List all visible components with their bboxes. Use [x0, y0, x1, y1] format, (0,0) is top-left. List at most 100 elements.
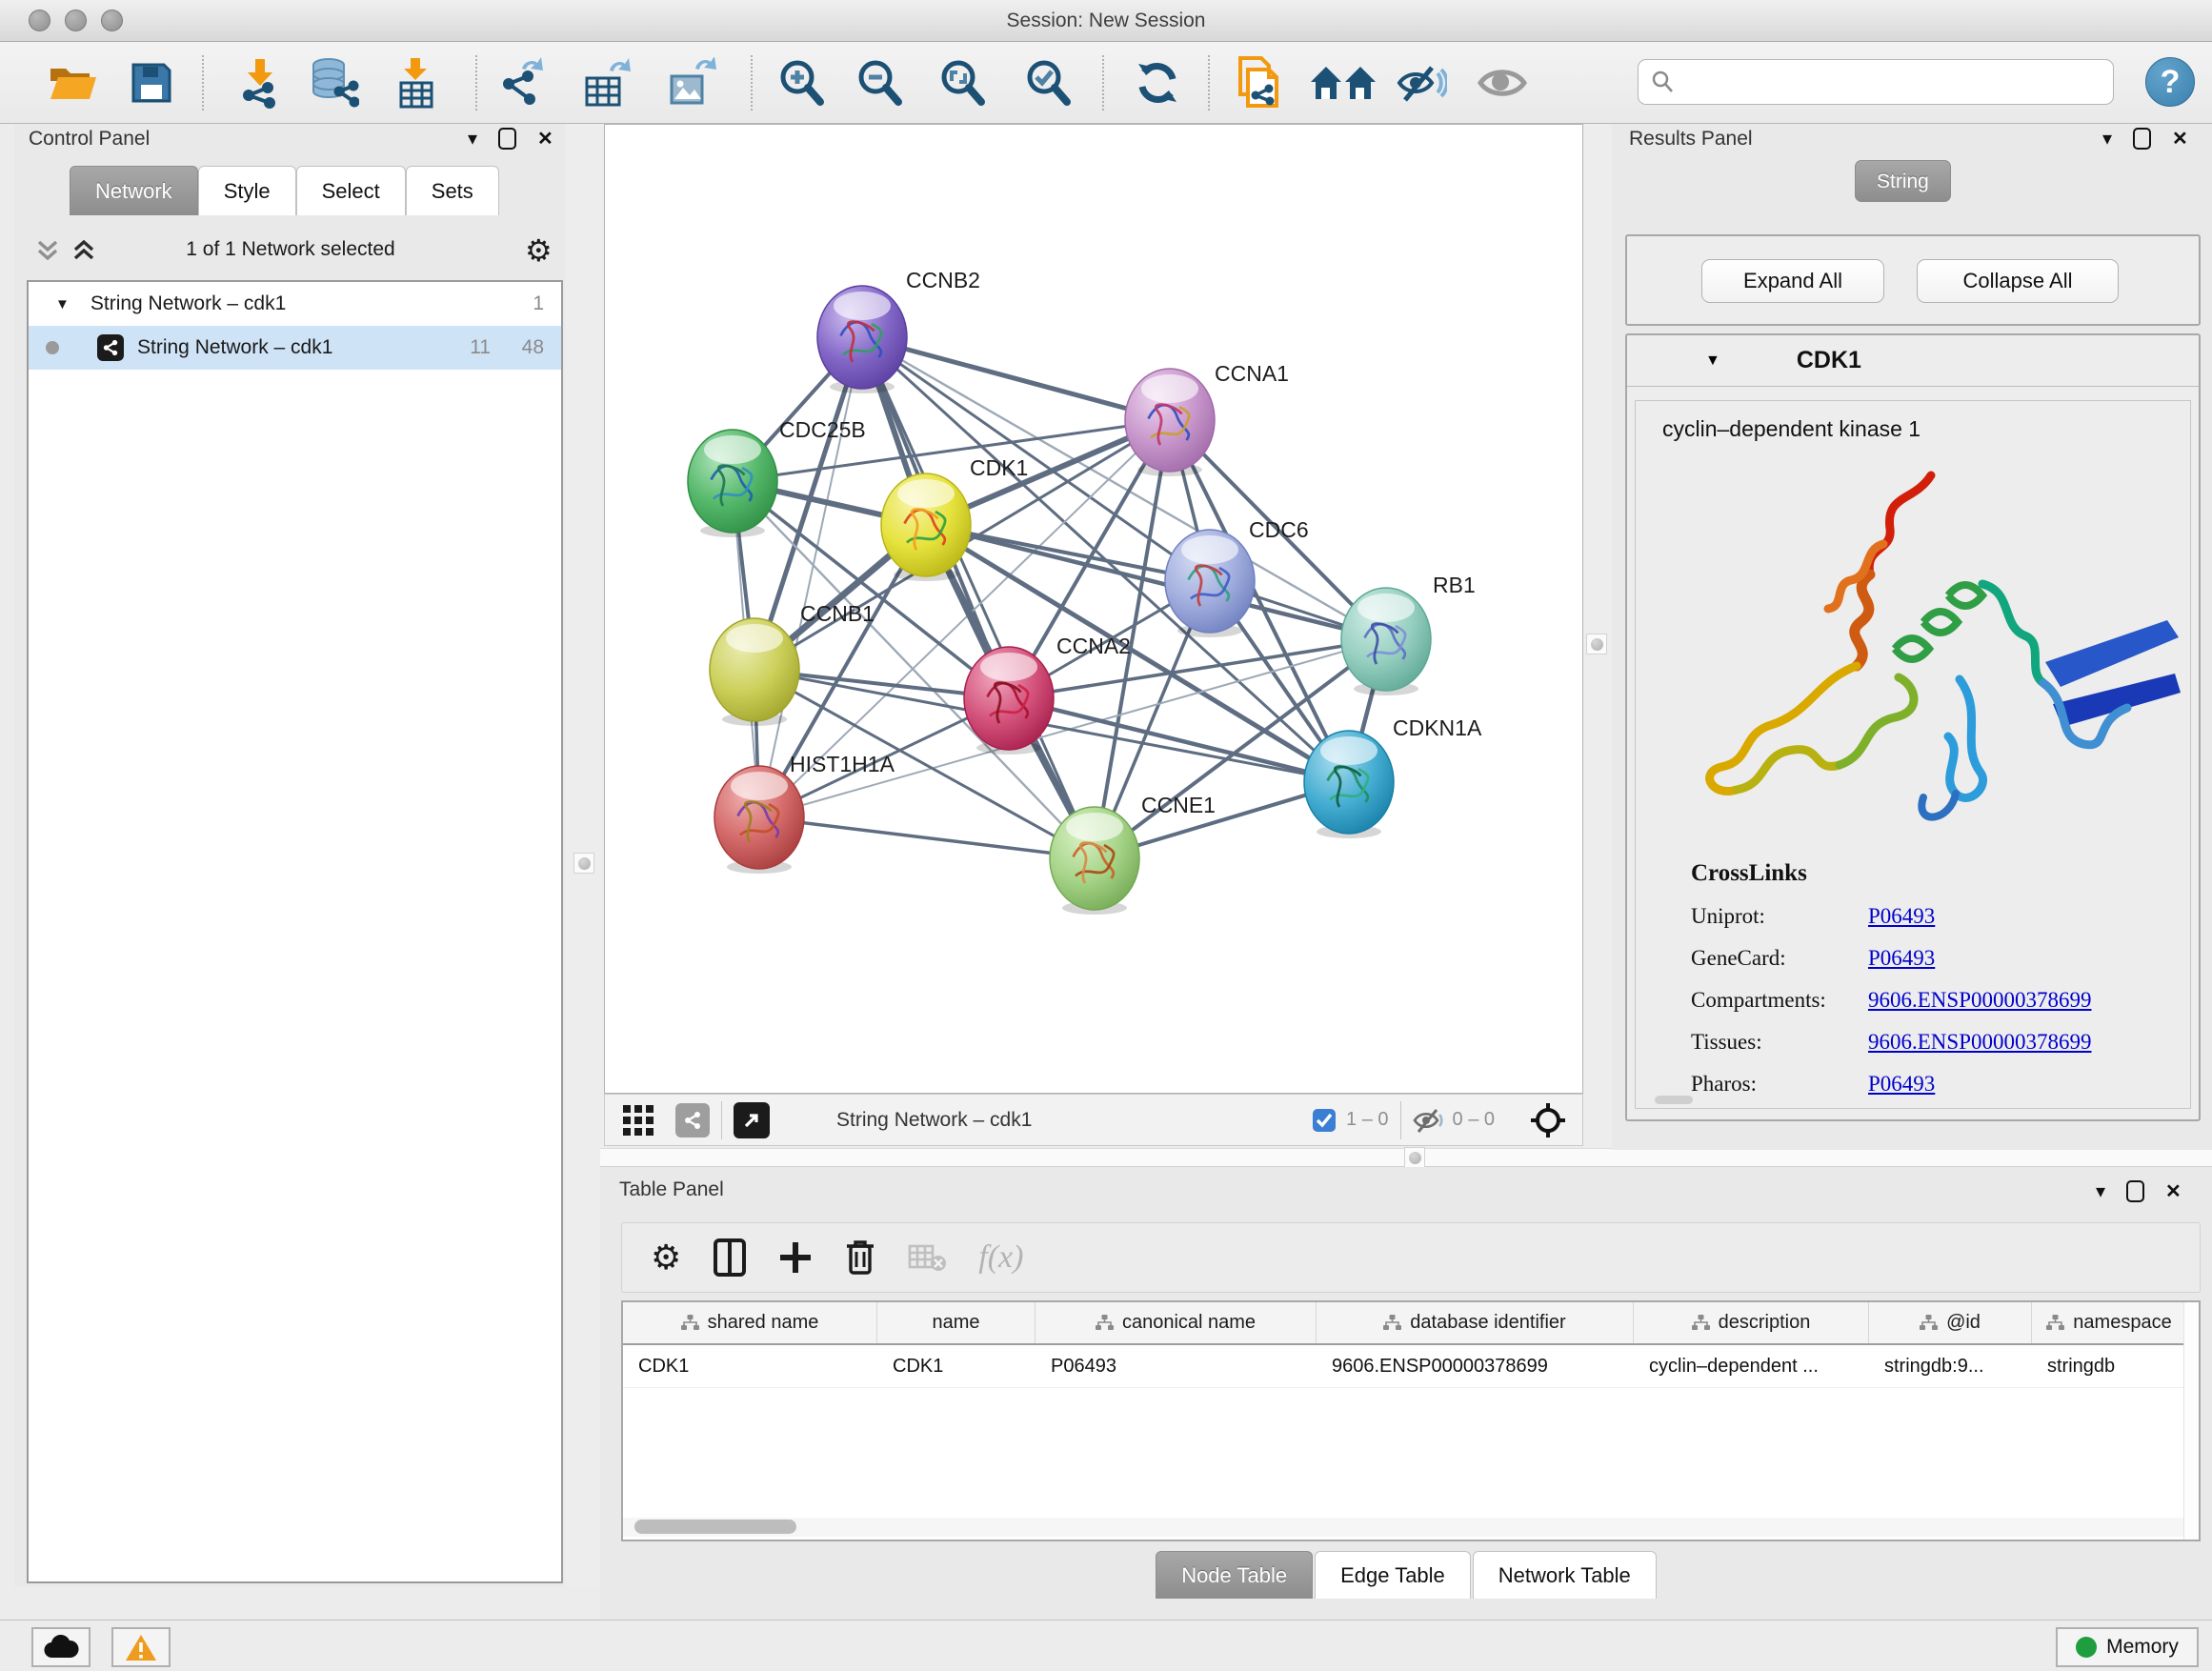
network-options-gear-icon[interactable]: ⚙	[525, 232, 553, 269]
tab-edge-table[interactable]: Edge Table	[1315, 1551, 1471, 1599]
collection-expand-icon[interactable]: ▼	[55, 296, 70, 312]
left-divider-grab[interactable]	[573, 853, 594, 874]
crosslink-link[interactable]: P06493	[1868, 946, 1935, 971]
crosslink-link[interactable]: P06493	[1868, 1072, 1935, 1097]
bottom-divider-grab[interactable]	[1404, 1147, 1425, 1168]
table-cell[interactable]: P06493	[1036, 1345, 1317, 1387]
column-header-shared-name[interactable]: shared name	[623, 1302, 877, 1343]
gene-section-header[interactable]: ▼ CDK1	[1627, 335, 2199, 387]
section-collapse-icon[interactable]: ▼	[1705, 352, 1720, 370]
network-edge[interactable]	[759, 337, 862, 817]
zoom-fit-button[interactable]	[935, 55, 990, 111]
birdseye-grid-icon[interactable]	[622, 1104, 654, 1137]
import-network-button[interactable]	[232, 55, 288, 111]
crosslink-row: Tissues: 9606.ENSP00000378699	[1691, 1030, 2148, 1055]
table-cell[interactable]: CDK1	[623, 1345, 877, 1387]
refresh-button[interactable]	[1130, 55, 1185, 111]
delete-column-trash-icon[interactable]	[845, 1238, 875, 1277]
clone-network-button[interactable]	[1231, 55, 1286, 111]
memory-button[interactable]: Memory	[2056, 1627, 2199, 1667]
export-table-button[interactable]	[578, 55, 633, 111]
export-network-button[interactable]	[493, 55, 548, 111]
network-edge[interactable]	[759, 817, 1095, 858]
column-header-canonical-name[interactable]: canonical name	[1036, 1302, 1317, 1343]
crosslink-link[interactable]: P06493	[1868, 904, 1935, 929]
bottom-divider[interactable]	[600, 1148, 2212, 1167]
memory-status-icon	[2076, 1637, 2097, 1658]
tab-node-table[interactable]: Node Table	[1156, 1551, 1313, 1599]
table-cell[interactable]: stringdb	[2032, 1345, 2187, 1387]
zoom-in-button[interactable]	[774, 55, 829, 111]
delete-table-icon[interactable]	[908, 1242, 946, 1273]
expand-all-networks-icon[interactable]	[71, 236, 96, 265]
first-neighbors-button[interactable]	[1307, 55, 1379, 111]
shared-column-icon	[1383, 1315, 1401, 1332]
right-divider-grab[interactable]	[1586, 634, 1607, 654]
table-cell[interactable]: 9606.ENSP00000378699	[1317, 1345, 1634, 1387]
zoom-out-button[interactable]	[852, 55, 907, 111]
column-header-description[interactable]: description	[1634, 1302, 1869, 1343]
import-table-button[interactable]	[388, 55, 443, 111]
tab-select[interactable]: Select	[296, 166, 406, 215]
warnings-button[interactable]	[111, 1627, 171, 1667]
collapse-panel-icon[interactable]: ▾	[2102, 130, 2112, 149]
tab-string[interactable]: String	[1855, 160, 1951, 202]
table-options-gear-icon[interactable]: ⚙	[651, 1238, 681, 1278]
hide-selected-button[interactable]	[1394, 55, 1449, 111]
add-column-icon[interactable]	[778, 1240, 813, 1275]
network-row[interactable]: String Network – cdk1 11 48	[29, 326, 561, 370]
network-edge[interactable]	[862, 337, 1095, 858]
close-panel-icon[interactable]: ✕	[2172, 130, 2188, 149]
tab-network[interactable]: Network	[70, 166, 198, 215]
collapse-panel-icon[interactable]: ▾	[2096, 1182, 2105, 1201]
table-row[interactable]: CDK1CDK1P064939606.ENSP00000378699cyclin…	[623, 1345, 2199, 1388]
column-header-namespace[interactable]: namespace	[2032, 1302, 2187, 1343]
float-panel-icon[interactable]	[498, 128, 516, 150]
help-button[interactable]: ?	[2145, 57, 2195, 107]
tab-network-table[interactable]: Network Table	[1473, 1551, 1657, 1599]
results-hscroll-thumb[interactable]	[1655, 1096, 1693, 1104]
table-cell[interactable]: cyclin–dependent ...	[1634, 1345, 1869, 1387]
float-panel-icon[interactable]	[2133, 128, 2151, 150]
show-all-button[interactable]	[1475, 55, 1530, 111]
network-type-icon[interactable]	[675, 1103, 710, 1137]
float-panel-icon[interactable]	[2126, 1180, 2144, 1202]
collapse-all-button[interactable]: Collapse All	[1917, 259, 2119, 303]
close-panel-icon[interactable]: ✕	[2165, 1182, 2182, 1201]
table-hscroll[interactable]	[623, 1518, 2183, 1537]
function-builder-icon[interactable]: f(x)	[978, 1239, 1023, 1276]
right-divider[interactable]	[1583, 124, 1612, 1150]
show-columns-icon[interactable]	[714, 1238, 746, 1277]
save-session-button[interactable]	[124, 55, 179, 111]
table-cell[interactable]: stringdb:9...	[1869, 1345, 2032, 1387]
crosslink-link[interactable]: 9606.ENSP00000378699	[1868, 988, 2092, 1013]
table-cell[interactable]: CDK1	[877, 1345, 1036, 1387]
open-session-button[interactable]	[46, 55, 101, 111]
table-vscroll[interactable]	[2183, 1302, 2199, 1540]
tab-style[interactable]: Style	[198, 166, 296, 215]
string-network-graph[interactable]: CCNB2CCNA1CDC25BCDK1CDC6RB1CCNB1CCNA2CDK…	[605, 125, 1582, 1093]
crosslink-link[interactable]: 9606.ENSP00000378699	[1868, 1030, 2092, 1055]
zoom-selected-button[interactable]	[1020, 55, 1076, 111]
fit-content-crosshair-icon[interactable]	[1529, 1101, 1567, 1139]
collapse-all-networks-icon[interactable]	[35, 236, 60, 265]
tab-sets[interactable]: Sets	[406, 166, 499, 215]
table-hscroll-thumb[interactable]	[634, 1520, 796, 1534]
cloud-status-button[interactable]	[31, 1627, 90, 1667]
selected-checkbox-icon[interactable]	[1312, 1108, 1337, 1133]
left-divider[interactable]	[565, 124, 604, 1586]
import-network-database-button[interactable]	[306, 55, 361, 111]
network-canvas[interactable]: CCNB2CCNA1CDC25BCDK1CDC6RB1CCNB1CCNA2CDK…	[604, 124, 1583, 1094]
network-collection-row[interactable]: ▼ String Network – cdk1 1	[29, 282, 561, 326]
expand-all-button[interactable]: Expand All	[1701, 259, 1884, 303]
collapse-panel-icon[interactable]: ▾	[468, 130, 477, 149]
column-header-name[interactable]: name	[877, 1302, 1036, 1343]
hidden-eye-slash-icon[interactable]	[1413, 1107, 1445, 1134]
search-input[interactable]	[1675, 71, 2094, 93]
column-header-database-identifier[interactable]: database identifier	[1317, 1302, 1634, 1343]
column-header-@id[interactable]: @id	[1869, 1302, 2032, 1343]
toolbar-search[interactable]	[1638, 59, 2114, 105]
close-panel-icon[interactable]: ✕	[537, 130, 553, 149]
export-image-button[interactable]	[664, 55, 719, 111]
open-in-window-icon[interactable]	[734, 1102, 770, 1138]
